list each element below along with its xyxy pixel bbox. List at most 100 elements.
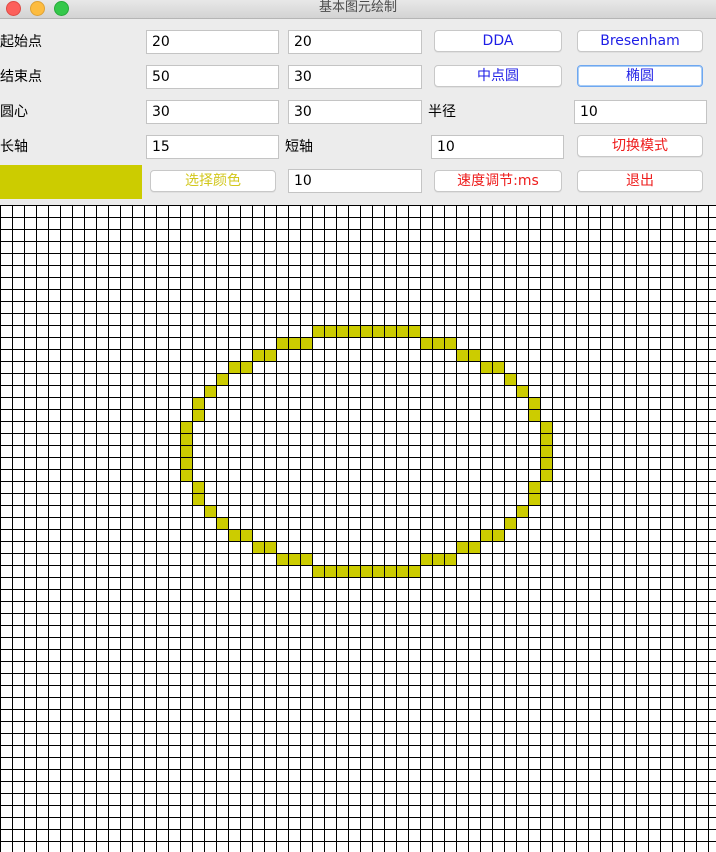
ellipse-pixel [348,565,360,577]
ellipse-pixel [492,361,504,373]
ellipse-pixel [420,337,432,349]
ellipse-pixel [540,421,552,433]
ellipse-pixel [312,565,324,577]
ellipse-pixel [432,553,444,565]
ellipse-pixel [240,529,252,541]
ellipse-pixel [456,541,468,553]
ellipse-pixel [504,373,516,385]
ellipse-pixel [396,325,408,337]
bresenham-button[interactable]: Bresenham [577,30,703,52]
ellipse-pixel [312,325,324,337]
ellipse-pixel [300,553,312,565]
ellipse-pixel [396,565,408,577]
end-x-input[interactable] [146,65,279,89]
ellipse-pixel [204,505,216,517]
title-bar: 基本图元绘制 [0,0,716,19]
color-swatch [0,165,142,199]
ellipse-pixel [480,529,492,541]
ellipse-pixel [228,361,240,373]
ellipse-pixel [420,553,432,565]
ellipse-pixel [456,349,468,361]
end-y-input[interactable] [288,65,422,89]
ellipse-pixel [192,409,204,421]
ellipse-pixel [540,433,552,445]
ellipse-pixel [264,541,276,553]
ellipse-pixel [252,349,264,361]
ellipse-pixel [216,373,228,385]
ellipse-pixel [408,565,420,577]
ellipse-pixel [288,337,300,349]
ellipse-pixel [480,361,492,373]
ellipse-pixel [336,325,348,337]
window-title: 基本图元绘制 [318,0,397,15]
ellipse-pixel [180,445,192,457]
major-axis-label: 长轴 [0,139,28,155]
minor-axis-label: 短轴 [285,139,313,155]
ellipse-pixel [384,325,396,337]
speed-input[interactable] [288,169,422,193]
ellipse-pixel [528,481,540,493]
ellipse-pixel [408,325,420,337]
center-label: 圆心 [0,104,28,120]
ellipse-pixel [444,553,456,565]
ellipse-pixel [504,517,516,529]
ellipse-pixel [372,325,384,337]
ellipse-pixel [468,541,480,553]
ellipse-pixel [180,433,192,445]
ellipse-pixel [192,481,204,493]
center-y-input[interactable] [288,100,422,124]
minor-axis-input[interactable] [431,135,564,159]
ellipse-pixel [360,325,372,337]
ellipse-pixel [324,565,336,577]
ellipse-pixel [540,469,552,481]
radius-label: 半径 [428,104,456,120]
ellipse-pixel [336,565,348,577]
start-x-input[interactable] [146,30,279,54]
switch-mode-button[interactable]: 切换模式 [577,135,703,157]
ellipse-pixel [384,565,396,577]
exit-button[interactable]: 退出 [577,170,703,192]
ellipse-pixel [192,493,204,505]
ellipse-pixel [528,409,540,421]
ellipse-pixel [180,421,192,433]
ellipse-pixel [288,553,300,565]
ellipse-pixel [180,457,192,469]
ellipse-pixel [216,517,228,529]
ellipse-button[interactable]: 椭圆 [577,65,703,87]
ellipse-pixel [228,529,240,541]
ellipse-pixel [276,337,288,349]
ellipse-pixel [432,337,444,349]
ellipse-pixel [540,445,552,457]
ellipse-pixel [300,337,312,349]
choose-color-button[interactable]: 选择颜色 [150,170,276,192]
ellipse-pixel [180,469,192,481]
ellipse-pixel [348,325,360,337]
ellipse-pixel [540,457,552,469]
ellipse-pixel [444,337,456,349]
ellipse-pixel [468,349,480,361]
radius-input[interactable] [574,100,707,124]
ellipse-pixel [204,385,216,397]
dda-button[interactable]: DDA [434,30,562,52]
ellipse-pixel [528,493,540,505]
ellipse-pixel [372,565,384,577]
ellipse-pixel [492,529,504,541]
ellipse-pixel [324,325,336,337]
ellipse-pixel [360,565,372,577]
ellipse-pixel [516,385,528,397]
ellipse-pixel [528,397,540,409]
major-axis-input[interactable] [146,135,279,159]
midpoint-circle-button[interactable]: 中点圆 [434,65,562,87]
grid-background [0,205,716,852]
speed-adjust-button[interactable]: 速度调节:ms [434,170,562,192]
end-point-label: 结束点 [0,69,42,85]
ellipse-pixel [516,505,528,517]
ellipse-pixel [276,553,288,565]
start-y-input[interactable] [288,30,422,54]
ellipse-pixel [252,541,264,553]
center-x-input[interactable] [146,100,279,124]
ellipse-pixel [240,361,252,373]
start-point-label: 起始点 [0,34,42,50]
ellipse-pixel [192,397,204,409]
pixel-grid-canvas[interactable] [0,205,716,852]
